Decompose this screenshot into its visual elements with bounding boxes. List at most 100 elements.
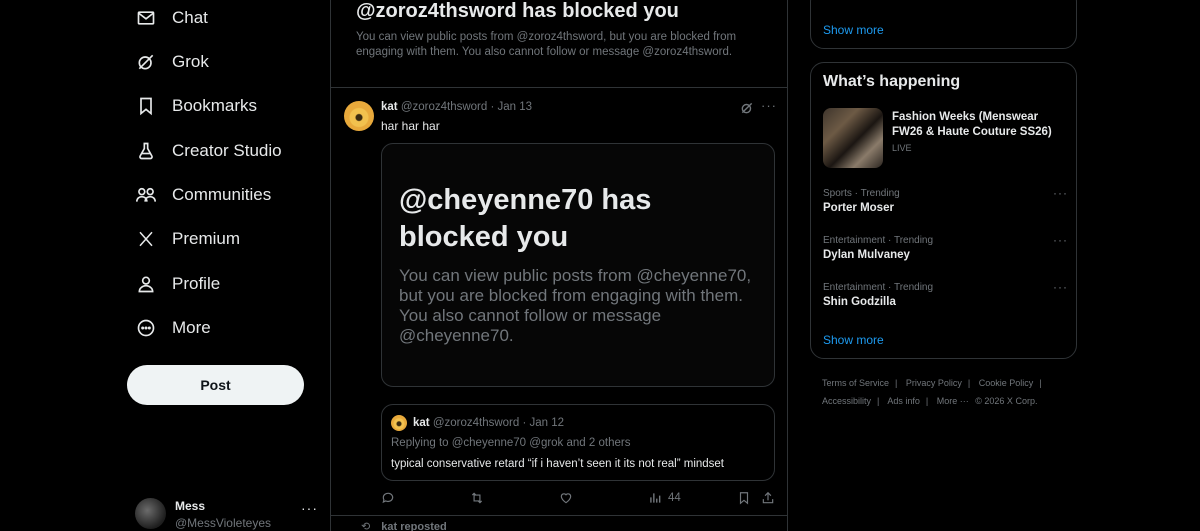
media-title: @cheyenne70 has blocked you [399,184,652,253]
avatar[interactable] [344,101,374,131]
share-icon [762,491,774,504]
nav-label: Bookmarks [172,96,258,115]
trend-name: Porter Moser [823,202,894,214]
flask-icon [135,140,157,162]
repost-text[interactable]: kat reposted [381,521,446,531]
bookmark-button[interactable] [737,488,751,508]
more-icon[interactable]: ··· [1053,186,1068,200]
nav-item-premium[interactable]: Premium [135,224,240,254]
post-button[interactable]: Post [127,365,304,405]
blocked-notice: @zoroz4thsword has blocked you You can v… [331,0,787,88]
nav-item-bookmarks[interactable]: Bookmarks [135,91,257,121]
nav-item-more[interactable]: More [135,313,211,343]
footer-link-ads-info[interactable]: Ads info [887,396,920,406]
more-icon[interactable]: ··· [1053,280,1068,294]
show-more-link[interactable]: Show more [823,333,884,347]
trend-item[interactable]: Entertainment · Trending Dylan Mulvaney … [823,233,1068,271]
x-logo-icon [135,228,157,250]
views-button[interactable]: 44 [648,488,681,508]
reply-button[interactable] [381,488,395,508]
nav-item-profile[interactable]: Profile [135,269,220,299]
left-nav: Chat Grok Bookmarks Creator Studio Commu… [127,0,327,531]
sidebar-top-card: Show more [810,0,1077,49]
quote-author-handle: @zoroz4thsword [432,417,520,429]
footer-link-cookie[interactable]: Cookie Policy [979,378,1034,388]
repost-icon: ⟲ [361,521,371,531]
more-icon[interactable]: ··· [761,98,777,113]
nav-label: Profile [172,274,221,293]
media-description: You can view public posts from @cheyenne… [399,266,752,345]
trend-category: Sports · Trending [823,188,900,199]
repost-icon [471,492,483,504]
bookmark-icon [739,492,749,505]
trend-item[interactable]: Entertainment · Trending Shin Godzilla ·… [823,280,1068,318]
tweet-header: kat @zoroz4thsword · Jan 13 [381,101,533,113]
communities-icon [135,184,157,206]
trend-category: Entertainment · Trending [823,235,934,246]
footer-link-terms[interactable]: Terms of Service [822,378,889,388]
grok-icon[interactable] [740,101,754,115]
copyright: © 2026 X Corp. [975,396,1038,406]
mail-icon [135,7,157,29]
featured-trend-title[interactable]: Fashion Weeks (Menswear FW26 & Haute Cou… [892,110,1067,140]
quote-header: kat @zoroz4thsword · Jan 12 [413,417,565,429]
trend-name: Shin Godzilla [823,296,896,308]
avatar [391,415,407,431]
account-name: Mess [175,499,206,513]
footer-link-accessibility[interactable]: Accessibility [822,396,871,406]
trend-item[interactable]: Sports · Trending Porter Moser ··· [823,186,1068,224]
analytics-icon [650,493,661,503]
main-timeline: @zoroz4thsword has blocked you You can v… [330,0,788,531]
person-icon [135,273,157,295]
tweet-text: har har har [381,119,440,133]
sidebar-footer: Terms of Service | Privacy Policy | Cookie… [822,378,1042,406]
account-switcher[interactable]: Mess @MessVioleteyes ··· [135,494,320,531]
quoted-tweet[interactable]: kat @zoroz4thsword · Jan 12 Replying to … [381,404,775,481]
bookmark-icon [135,95,157,117]
tweet-media[interactable]: @cheyenne70 has blocked you You can view… [381,143,775,387]
more-circle-icon [135,317,157,339]
nav-label: More [172,318,211,337]
nav-item-grok[interactable]: Grok [135,47,209,77]
trend-name: Dylan Mulvaney [823,249,910,261]
tweet-author-name[interactable]: kat [381,101,398,113]
account-more-icon[interactable]: ··· [301,500,318,516]
nav-label: Creator Studio [172,141,282,160]
nav-item-creator-studio[interactable]: Creator Studio [135,136,282,166]
avatar [135,498,166,529]
like-button[interactable] [559,488,573,508]
heart-icon [560,493,572,504]
more-icon[interactable]: ··· [1053,233,1068,247]
tweet-author-handle[interactable]: @zoroz4thsword [401,101,487,113]
nav-item-chat[interactable]: Chat [135,3,208,33]
grok-icon [135,51,157,73]
views-count: 44 [668,492,681,504]
trend-category: Entertainment · Trending [823,282,934,293]
replying-to: Replying to @cheyenne70 @grok and 2 othe… [391,437,631,449]
share-button[interactable] [761,488,775,508]
quote-author-name: kat [413,417,430,429]
quote-text: typical conservative retard “if i haven’… [391,458,725,470]
tweet-date[interactable]: Jan 13 [498,101,533,113]
live-badge: LIVE [892,143,912,153]
nav-label: Grok [172,52,209,71]
featured-trend-image[interactable] [823,108,883,168]
blocked-description: You can view public posts from @zoroz4th… [356,31,737,58]
trends-title: What’s happening [823,73,961,90]
repost-indicator: ⟲ kat reposted [361,520,447,531]
trends-panel: What’s happening Fashion Weeks (Menswear… [810,62,1077,359]
quote-date: Jan 12 [529,417,565,429]
nav-label: Communities [172,185,272,204]
blocked-title: @zoroz4thsword has blocked you [356,0,679,22]
show-more-link[interactable]: Show more [823,23,884,37]
nav-label: Chat [172,8,208,27]
footer-link-more[interactable]: More ··· [937,396,969,406]
repost-button[interactable] [470,488,484,508]
nav-label: Premium [172,229,241,248]
footer-link-privacy[interactable]: Privacy Policy [906,378,962,388]
reply-icon [382,492,394,504]
nav-item-communities[interactable]: Communities [135,180,271,210]
account-handle: @MessVioleteyes [175,516,271,530]
tweet-actions: 44 [381,488,781,508]
tweet[interactable]: kat @zoroz4thsword · Jan 13 ··· har har … [331,88,787,516]
